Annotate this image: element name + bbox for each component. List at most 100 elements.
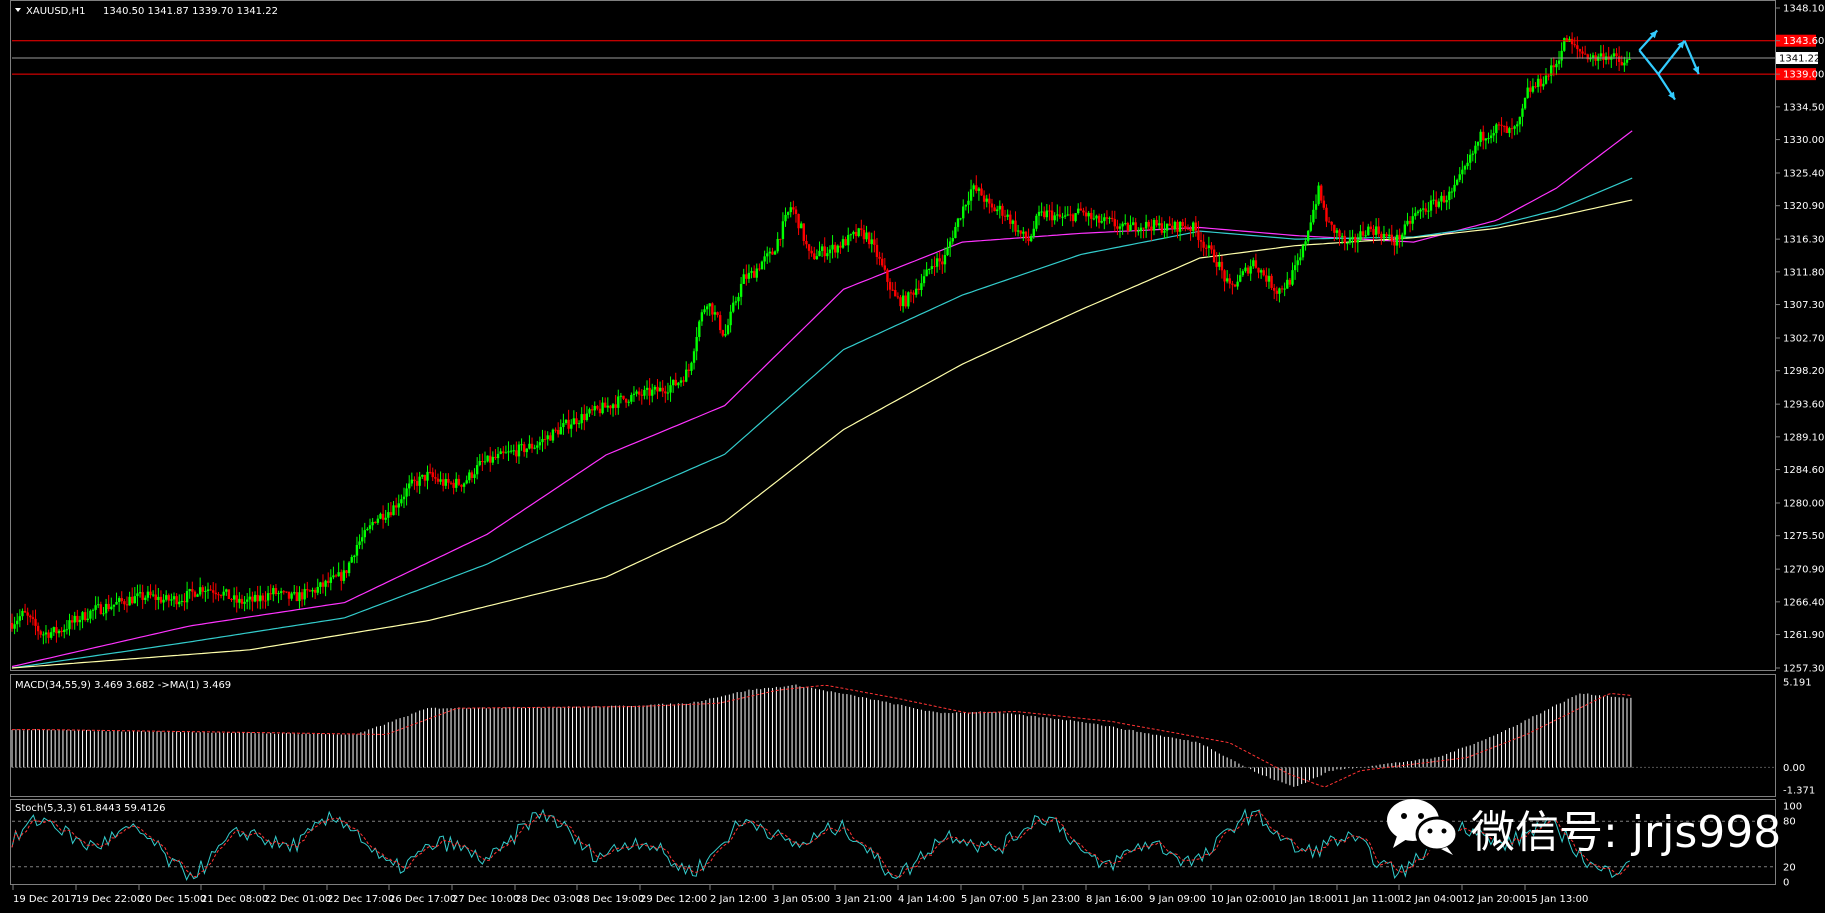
candle-body [1340, 235, 1344, 237]
candle-body [515, 450, 518, 457]
macd-tick-label: 0.00 [1783, 763, 1805, 774]
candle-body [546, 435, 549, 440]
candle-body [865, 232, 868, 240]
candle-body [337, 572, 340, 577]
candle-body [572, 418, 576, 425]
candle-body [94, 605, 97, 610]
ohlc-label: 1340.50 1341.87 1339.70 1341.22 [103, 6, 278, 17]
candle-body [1037, 211, 1041, 216]
candle-body [962, 206, 965, 219]
candle-body [917, 288, 920, 290]
candle-body [468, 472, 471, 481]
candle-body [726, 325, 730, 335]
candle-body [1526, 87, 1529, 98]
candle-body [1432, 199, 1435, 201]
candle-body [1510, 128, 1514, 130]
candle-body [1006, 214, 1009, 217]
candle-body [502, 451, 505, 453]
candle-body [779, 238, 782, 240]
candle-body [206, 589, 210, 591]
candle-body [1291, 270, 1294, 285]
candle-body [1254, 260, 1258, 268]
candle-body [381, 513, 385, 520]
candle-body [1186, 228, 1190, 230]
candle-body [536, 445, 539, 448]
candle-body [164, 595, 168, 600]
candle-body [1304, 241, 1307, 246]
time-tick-label: 12 Jan 20:00 [1462, 894, 1525, 905]
candle-body [232, 595, 236, 600]
time-tick-label: 19 Dec 22:00 [76, 894, 143, 905]
candle-body [525, 448, 529, 453]
candle-body [1262, 270, 1265, 276]
candle-body [1508, 128, 1511, 133]
candle-body [1578, 49, 1582, 52]
candle-body [559, 427, 562, 435]
candle-body [512, 450, 515, 452]
candle-body [235, 595, 238, 603]
candle-body [1547, 75, 1550, 77]
candle-body [1163, 230, 1166, 233]
candle-body [797, 213, 800, 229]
price-tick-label: 1343.60 [1783, 36, 1824, 47]
candle-body [457, 478, 461, 485]
candle-body [1502, 125, 1506, 127]
candle-body [1628, 58, 1631, 60]
candle-body [802, 223, 806, 241]
candle-body [1395, 234, 1399, 246]
candle-body [1069, 214, 1072, 216]
candle-body [1129, 224, 1132, 232]
candle-body [298, 592, 301, 602]
candle-body [1168, 223, 1171, 226]
candle-body [185, 591, 189, 603]
candle-body [91, 609, 95, 611]
candle-body [690, 362, 693, 371]
candle-body [977, 188, 981, 191]
candle-body [562, 423, 565, 428]
candle-body [436, 478, 440, 482]
candle-body [196, 594, 199, 597]
candle-body [1056, 214, 1059, 216]
candle-body [624, 398, 628, 403]
candle-body [1063, 215, 1067, 217]
candle-body [664, 391, 667, 394]
candle-body [282, 591, 285, 593]
candle-body [295, 592, 299, 602]
candle-body [415, 481, 419, 486]
candle-body [1450, 191, 1454, 193]
candle-body [729, 311, 732, 326]
candle-body [1082, 210, 1085, 213]
candle-body [533, 447, 536, 449]
candle-body [583, 414, 586, 421]
candle-body [334, 575, 338, 577]
candle-body [1003, 215, 1007, 217]
candle-body [886, 269, 889, 282]
candle-body [826, 253, 829, 257]
candle-body [839, 245, 842, 248]
symbol-label: XAUUSD,H1 [26, 6, 85, 17]
time-tick-label: 15 Jan 13:00 [1525, 894, 1588, 905]
candle-body [209, 589, 212, 591]
time-tick-label: 5 Jan 23:00 [1023, 894, 1080, 905]
candle-body [556, 429, 560, 435]
price-tick-label: 1261.90 [1783, 630, 1824, 641]
candle-body [807, 244, 811, 251]
candle-body [499, 451, 502, 454]
candle-body [366, 528, 369, 531]
candle-body [833, 244, 837, 253]
candle-body [528, 443, 531, 449]
candle-body [755, 268, 758, 278]
time-tick-label: 21 Dec 08:00 [201, 894, 268, 905]
candle-body [820, 246, 824, 251]
price-tick-label: 1284.60 [1783, 465, 1824, 476]
candle-body [1448, 191, 1451, 201]
price-tick-label: 1325.40 [1783, 169, 1824, 180]
candle-body [611, 404, 615, 409]
candle-body [167, 595, 170, 601]
candle-body [875, 244, 879, 257]
candle-body [340, 572, 343, 581]
candle-body [1385, 233, 1388, 236]
candle-body [1212, 249, 1216, 263]
candle-body [39, 631, 42, 635]
candle-body [1516, 124, 1519, 127]
